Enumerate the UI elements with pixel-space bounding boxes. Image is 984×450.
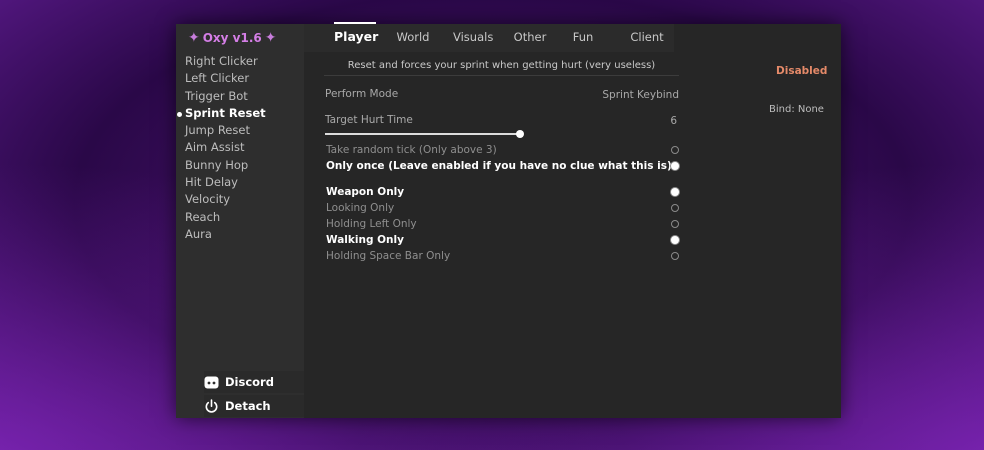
sidebar-item-bunny-hop[interactable]: Bunny Hop: [185, 157, 266, 174]
option-label: Holding Left Only: [326, 218, 417, 230]
option-holding-space-bar-only[interactable]: Holding Space Bar Only: [326, 250, 679, 264]
sidebar-item-velocity[interactable]: Velocity: [185, 191, 266, 208]
target-hurt-time-value: 6: [670, 115, 677, 127]
radio-icon[interactable]: [671, 146, 679, 154]
option-label: Holding Space Bar Only: [326, 250, 451, 262]
option-walking-only[interactable]: Walking Only: [326, 234, 679, 248]
tab-world[interactable]: World: [396, 24, 430, 52]
bat-wing-right-icon: ✦: [264, 30, 277, 46]
option-label: Only once (Leave enabled if you have no …: [326, 160, 672, 172]
option-label: Looking Only: [326, 202, 395, 214]
sidebar-item-reach[interactable]: Reach: [185, 209, 266, 226]
option-take-random-tick[interactable]: Take random tick (Only above 3): [326, 144, 679, 158]
radio-icon[interactable]: [671, 220, 679, 228]
module-list: Right Clicker Left Clicker Trigger Bot S…: [177, 53, 266, 243]
app-title: Oxy v1.6: [202, 31, 262, 45]
option-label: Take random tick (Only above 3): [326, 144, 497, 156]
sidebar-item-right-clicker[interactable]: Right Clicker: [185, 53, 266, 70]
perform-mode-value[interactable]: Sprint Keybind: [602, 89, 679, 101]
sidebar-item-left-clicker[interactable]: Left Clicker: [185, 70, 266, 87]
radio-icon[interactable]: [671, 188, 679, 196]
radio-icon[interactable]: [671, 252, 679, 260]
option-holding-left-only[interactable]: Holding Left Only: [326, 218, 679, 232]
sidebar-item-jump-reset[interactable]: Jump Reset: [185, 122, 266, 139]
sidebar-item-sprint-reset[interactable]: Sprint Reset: [177, 105, 266, 122]
tab-fun[interactable]: Fun: [572, 24, 594, 52]
option-label: Walking Only: [326, 234, 404, 246]
tab-other[interactable]: Other: [513, 24, 547, 52]
option-looking-only[interactable]: Looking Only: [326, 202, 679, 216]
sidebar: ✦ Oxy v1.6 ✦ Right Clicker Left Clicker …: [176, 24, 304, 418]
radio-icon[interactable]: [671, 204, 679, 212]
option-weapon-only[interactable]: Weapon Only: [326, 186, 679, 200]
keybind-button[interactable]: Bind: None: [769, 104, 824, 115]
tab-visuals[interactable]: Visuals: [453, 24, 493, 52]
module-status-toggle[interactable]: Disabled: [776, 65, 827, 77]
sidebar-item-hit-delay[interactable]: Hit Delay: [185, 174, 266, 191]
radio-icon[interactable]: [671, 236, 679, 244]
perform-mode-label: Perform Mode: [325, 88, 399, 100]
tab-bar: Player World Visuals Other Fun Client: [304, 22, 674, 52]
target-hurt-time-label: Target Hurt Time: [325, 114, 413, 126]
discord-button[interactable]: Discord: [204, 372, 274, 392]
sidebar-item-aim-assist[interactable]: Aim Assist: [185, 139, 266, 156]
target-hurt-time-slider-fill: [325, 133, 521, 135]
tab-player[interactable]: Player: [334, 22, 378, 52]
tab-client[interactable]: Client: [630, 24, 664, 52]
radio-icon[interactable]: [671, 162, 679, 170]
target-hurt-time-slider-handle[interactable]: [516, 130, 524, 138]
detach-button[interactable]: Detach: [204, 396, 271, 416]
sidebar-item-trigger-bot[interactable]: Trigger Bot: [185, 88, 266, 105]
option-label: Weapon Only: [326, 186, 405, 198]
app-logo: ✦ Oxy v1.6 ✦: [188, 27, 277, 49]
discord-label: Discord: [225, 375, 274, 389]
power-icon: [205, 398, 218, 413]
discord-icon: [204, 376, 219, 388]
client-window: ✦ Oxy v1.6 ✦ Right Clicker Left Clicker …: [176, 22, 841, 418]
detach-label: Detach: [225, 399, 271, 413]
option-only-once[interactable]: Only once (Leave enabled if you have no …: [326, 160, 679, 174]
module-description: Reset and forces your sprint when gettin…: [324, 60, 679, 76]
bat-wing-left-icon: ✦: [188, 30, 200, 46]
sidebar-item-aura[interactable]: Aura: [185, 226, 266, 243]
